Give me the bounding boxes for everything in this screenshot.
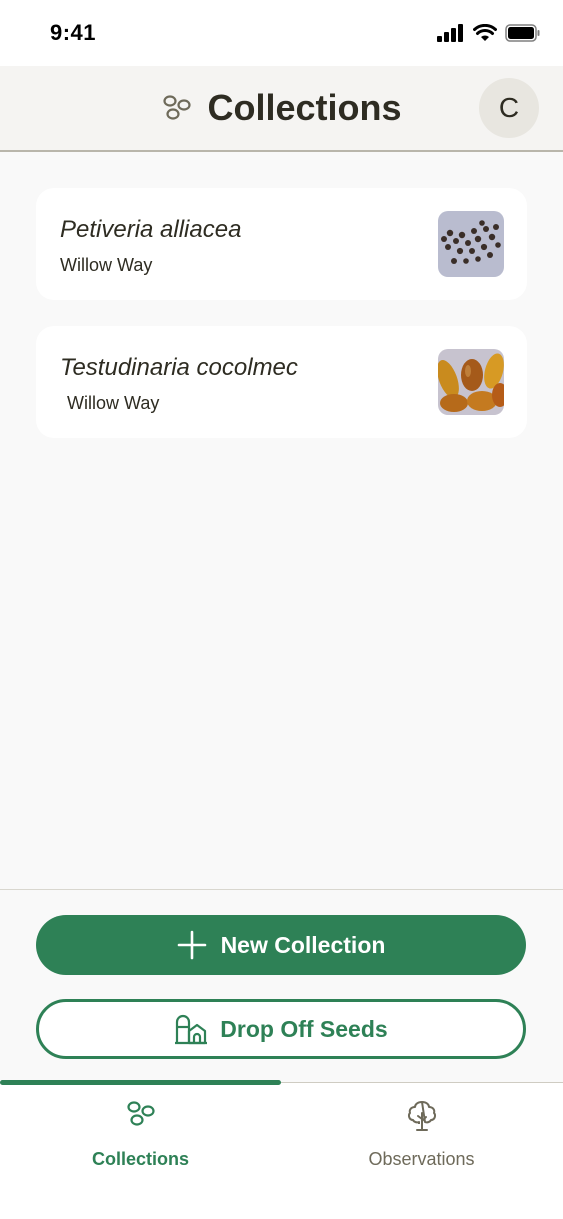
tab-label: Collections xyxy=(91,1149,189,1169)
divider xyxy=(0,889,563,890)
new-collection-label: New Collection xyxy=(220,931,386,958)
seeds-icon xyxy=(126,1101,155,1126)
wifi-icon xyxy=(473,24,497,41)
drop-off-seeds-label: Drop Off Seeds xyxy=(220,1015,388,1042)
drop-off-seeds-button[interactable]: Drop Off Seeds xyxy=(36,999,526,1059)
collection-location: Willow Way xyxy=(67,393,160,413)
tab-label: Observations xyxy=(368,1149,475,1169)
collection-location: Willow Way xyxy=(60,255,153,275)
avatar[interactable]: C xyxy=(479,78,539,138)
seeds-icon xyxy=(163,95,192,120)
collection-card[interactable]: Testudinaria cocolmec Willow Way xyxy=(36,326,527,438)
tab-observations[interactable]: Observations xyxy=(281,1083,562,1219)
signal-icon xyxy=(437,24,463,42)
status-bar: 9:41 xyxy=(0,0,563,66)
collection-species: Testudinaria cocolmec xyxy=(60,354,298,381)
status-icons xyxy=(437,24,541,42)
collection-species: Petiveria alliacea xyxy=(60,216,242,243)
seed-photo xyxy=(438,211,504,277)
tab-collections[interactable]: Collections xyxy=(0,1083,281,1219)
collection-list: Petiveria alliacea Willow Way Testudinar… xyxy=(36,188,527,464)
page-title: Collections xyxy=(207,87,402,128)
tree-icon xyxy=(407,1101,436,1131)
header: Collections C xyxy=(0,66,563,152)
barn-icon xyxy=(175,1014,208,1045)
status-time: 9:41 xyxy=(50,20,97,45)
collection-card[interactable]: Petiveria alliacea Willow Way xyxy=(36,188,527,300)
new-collection-button[interactable]: New Collection xyxy=(36,915,526,975)
seed-photo xyxy=(438,349,504,415)
battery-icon xyxy=(505,24,540,42)
plus-icon xyxy=(177,930,206,960)
tab-bar: Collections Observations xyxy=(0,1080,563,1219)
